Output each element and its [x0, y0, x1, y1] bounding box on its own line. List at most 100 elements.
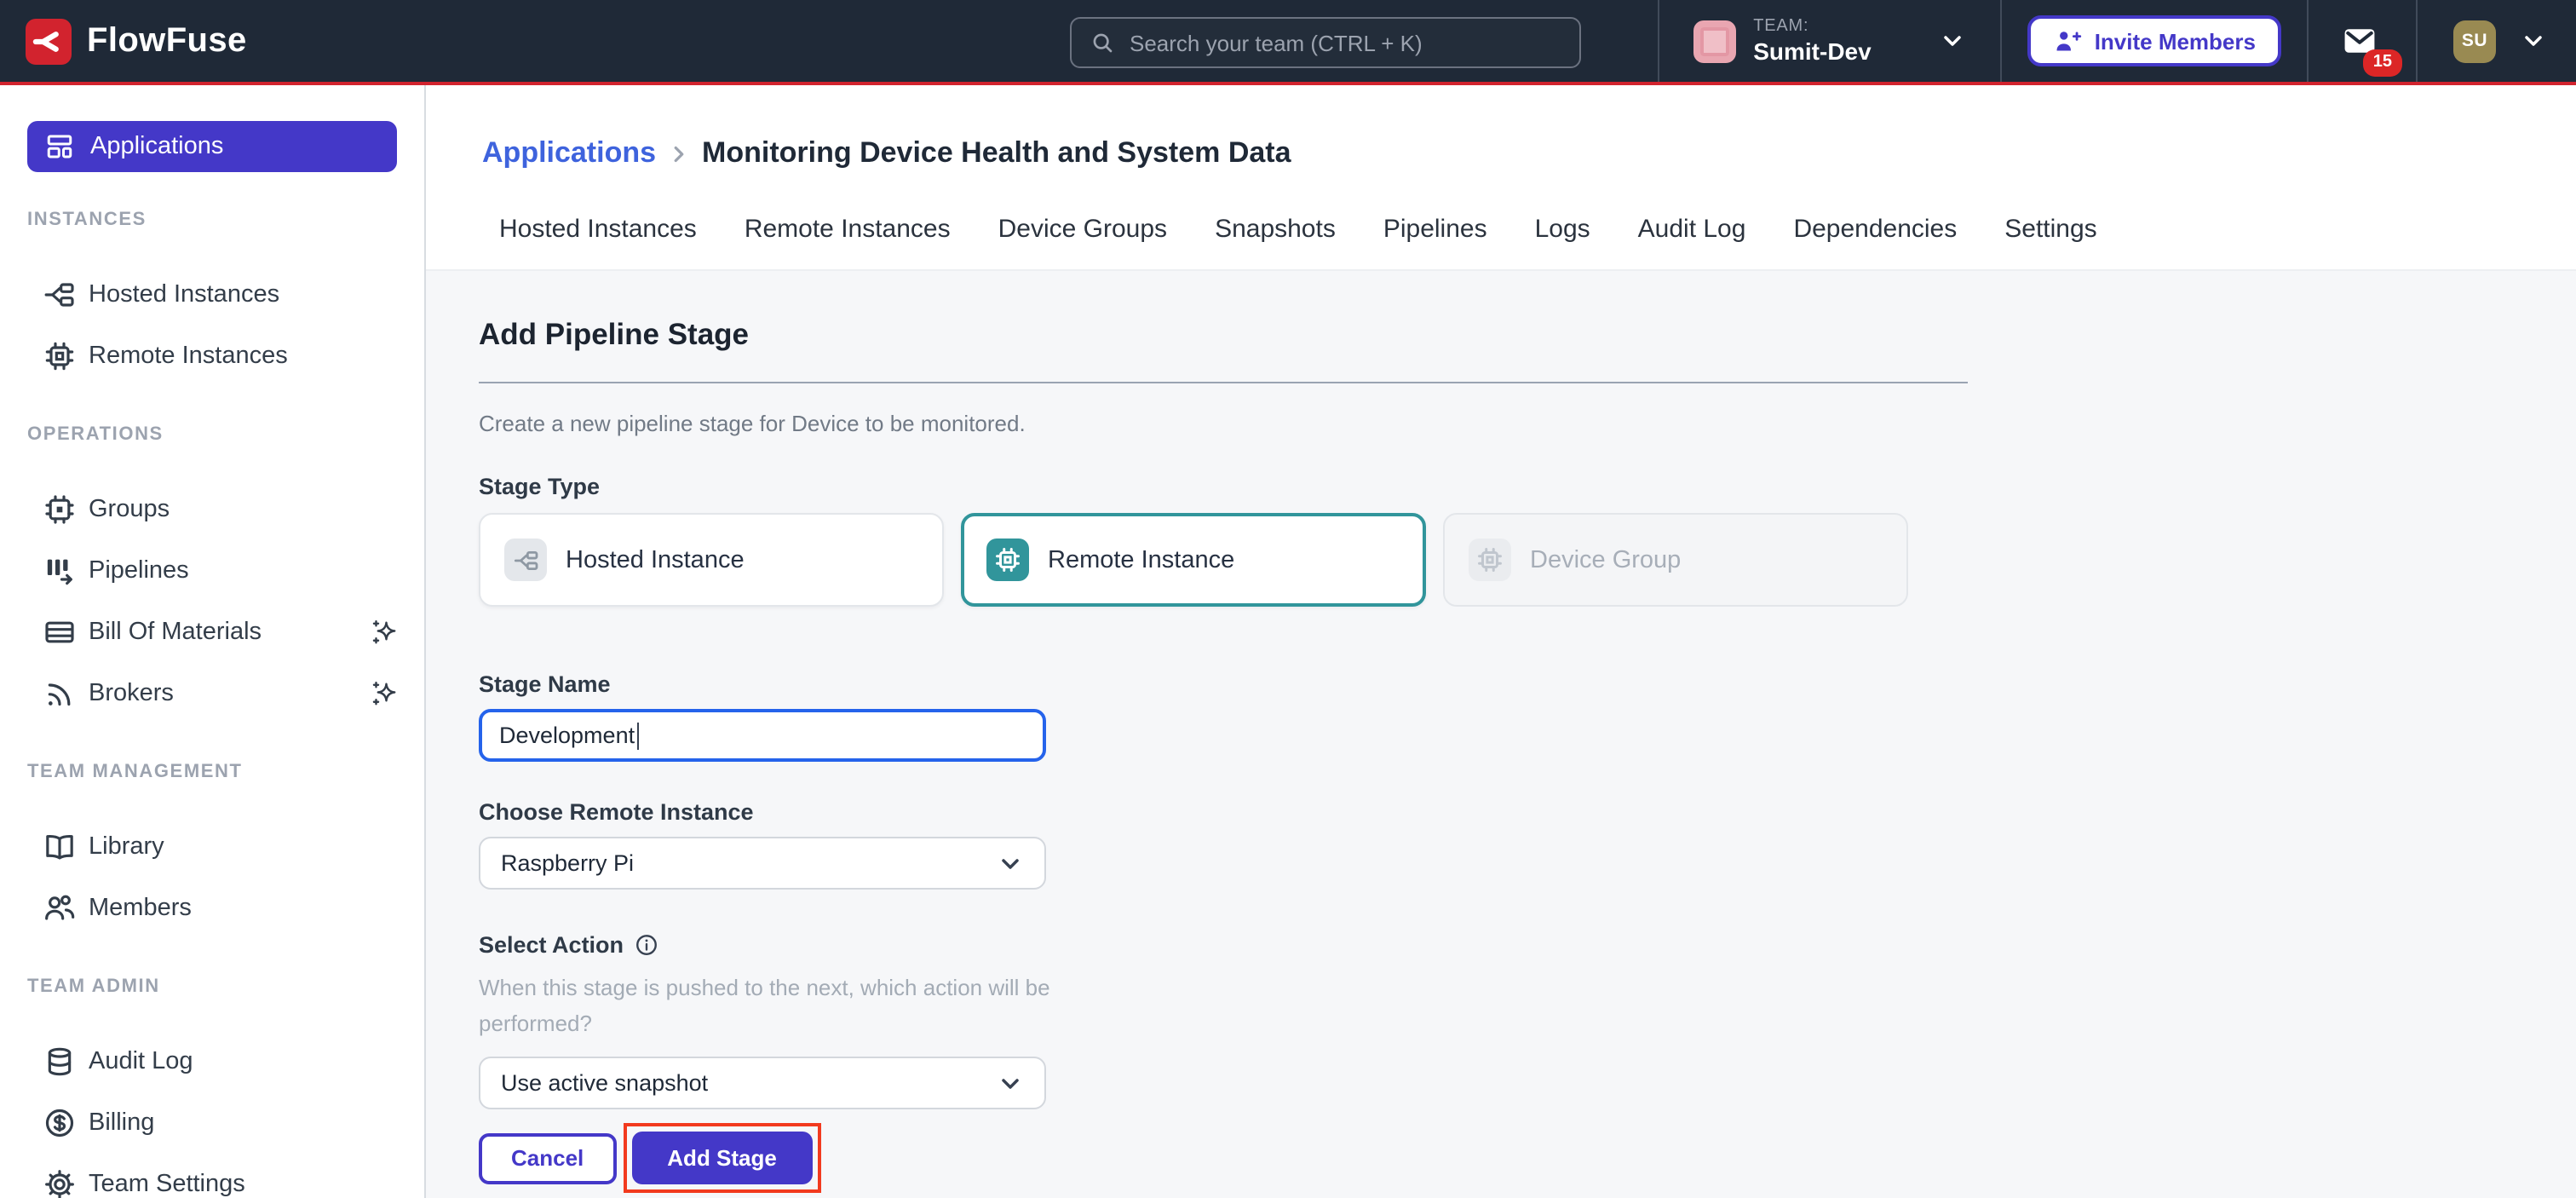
billing-icon: [43, 1106, 77, 1140]
sidebar-item-label: Audit Log: [89, 1048, 400, 1075]
invite-members-button[interactable]: Invite Members: [2028, 15, 2281, 66]
team-avatar: [1693, 20, 1736, 62]
cancel-button[interactable]: Cancel: [479, 1132, 616, 1184]
sidebar-item-billing[interactable]: Billing: [0, 1092, 424, 1154]
tab-dependencies[interactable]: Dependencies: [1793, 215, 1957, 244]
tab-audit-log[interactable]: Audit Log: [1638, 215, 1746, 244]
section-title: TEAM MANAGEMENT: [0, 762, 424, 782]
tab-pipelines[interactable]: Pipelines: [1383, 215, 1487, 244]
form-description: Create a new pipeline stage for Device t…: [479, 411, 2576, 436]
top-navbar: FlowFuse Search your team (CTRL + K) TEA…: [0, 0, 2576, 85]
search-input[interactable]: Search your team (CTRL + K): [1070, 17, 1581, 68]
sidebar-section-operations: OPERATIONS Groups: [0, 424, 424, 724]
sidebar-item-remote-instances[interactable]: Remote Instances: [0, 325, 424, 387]
search-icon: [1089, 29, 1116, 56]
stage-name-input[interactable]: Development: [479, 709, 1046, 762]
tab-settings[interactable]: Settings: [2004, 215, 2096, 244]
stage-type-remote-instance[interactable]: Remote Instance: [961, 513, 1426, 607]
sidebar-section-team-admin: TEAM ADMIN Audit Log: [0, 976, 424, 1198]
stage-type-option-label: Remote Instance: [1048, 546, 1234, 573]
remote-instance-select[interactable]: Raspberry Pi: [479, 837, 1046, 890]
form-actions: Cancel Add Stage: [479, 1132, 2576, 1184]
notification-count-badge: 15: [2363, 49, 2402, 77]
sidebar-item-label: Brokers: [89, 680, 358, 707]
pipelines-icon: [43, 554, 77, 588]
chevron-down-icon[interactable]: [2520, 27, 2547, 55]
choose-remote-instance-label: Choose Remote Instance: [479, 799, 2576, 825]
main-area: Applications Monitoring Device Health an…: [426, 85, 2576, 1198]
flowfuse-app: FlowFuse Search your team (CTRL + K) TEA…: [0, 0, 2576, 1198]
select-action-help: When this stage is pushed to the next, w…: [479, 970, 1095, 1041]
select-action-label-text: Select Action: [479, 932, 624, 958]
breadcrumb: Applications Monitoring Device Health an…: [482, 136, 2576, 170]
stage-name-value: Development: [499, 723, 635, 748]
sidebar-item-label: Library: [89, 833, 400, 861]
sidebar-item-hosted-instances[interactable]: Hosted Instances: [0, 264, 424, 325]
divider: [479, 382, 1968, 383]
section-title: TEAM ADMIN: [0, 976, 424, 997]
brand-name: FlowFuse: [87, 21, 247, 60]
groups-icon: [43, 492, 77, 527]
team-selector[interactable]: TEAM: Sumit-Dev: [1659, 17, 2000, 64]
bill-of-materials-icon: [43, 615, 77, 649]
text-cursor: [636, 722, 639, 749]
navbar-divider: [2001, 0, 2003, 82]
brokers-icon: [43, 677, 77, 711]
hosted-instances-icon: [43, 278, 77, 312]
sparkles-icon: [370, 678, 400, 709]
search-placeholder: Search your team (CTRL + K): [1130, 30, 1423, 55]
stage-type-option-label: Hosted Instance: [566, 546, 745, 573]
tab-remote-instances[interactable]: Remote Instances: [745, 215, 951, 244]
library-icon: [43, 830, 77, 864]
sidebar-item-audit-log[interactable]: Audit Log: [0, 1031, 424, 1092]
sidebar-section-team-management: TEAM MANAGEMENT Library: [0, 762, 424, 939]
stage-type-option-label: Device Group: [1530, 546, 1681, 573]
action-select[interactable]: Use active snapshot: [479, 1057, 1046, 1109]
tab-snapshots[interactable]: Snapshots: [1215, 215, 1336, 244]
chevron-down-icon: [997, 1069, 1024, 1097]
team-name: Sumit-Dev: [1753, 37, 1871, 64]
sidebar-item-members[interactable]: Members: [0, 878, 424, 939]
navbar-divider: [2307, 0, 2309, 82]
flowfuse-logo-icon: [26, 18, 72, 64]
chevron-down-icon: [997, 850, 1024, 877]
add-stage-button[interactable]: Add Stage: [631, 1132, 813, 1184]
invite-members-label: Invite Members: [2095, 28, 2256, 54]
tab-hosted-instances[interactable]: Hosted Instances: [499, 215, 697, 244]
tab-device-groups[interactable]: Device Groups: [998, 215, 1167, 244]
audit-log-icon: [43, 1045, 77, 1079]
flowfuse-brand[interactable]: FlowFuse: [0, 18, 247, 64]
sidebar-item-team-settings[interactable]: Team Settings: [0, 1154, 424, 1198]
hosted-instance-icon: [504, 539, 547, 581]
device-group-icon: [1469, 539, 1511, 581]
sidebar-item-pipelines[interactable]: Pipelines: [0, 540, 424, 602]
tab-bar: Hosted Instances Remote Instances Device…: [499, 215, 2576, 244]
sidebar-section-instances: INSTANCES Hosted Instances: [0, 210, 424, 387]
notifications-button[interactable]: 15: [2341, 22, 2378, 60]
sidebar-item-brokers[interactable]: Brokers: [0, 663, 424, 724]
sidebar-item-library[interactable]: Library: [0, 816, 424, 878]
stage-type-hosted-instance[interactable]: Hosted Instance: [479, 513, 944, 607]
sidebar-item-label: Remote Instances: [89, 343, 400, 370]
section-title: INSTANCES: [0, 210, 424, 230]
info-icon[interactable]: [634, 932, 659, 958]
add-pipeline-stage-panel: Add Pipeline Stage Create a new pipeline…: [426, 271, 2576, 1198]
stage-type-options: Hosted Instance Remote Instance: [479, 513, 2576, 607]
form-title: Add Pipeline Stage: [479, 317, 2576, 353]
breadcrumb-applications-link[interactable]: Applications: [482, 136, 656, 170]
sidebar-item-label: Members: [89, 895, 400, 922]
remote-instance-value: Raspberry Pi: [501, 850, 634, 876]
stage-type-device-group: Device Group: [1443, 513, 1908, 607]
sidebar-item-groups[interactable]: Groups: [0, 479, 424, 540]
gear-icon: [43, 1167, 77, 1198]
tab-logs[interactable]: Logs: [1535, 215, 1590, 244]
select-action-label: Select Action: [479, 932, 2576, 958]
chevron-right-icon: [666, 141, 692, 166]
sidebar-item-label: Billing: [89, 1109, 400, 1137]
sidebar-item-label: Bill Of Materials: [89, 619, 358, 646]
sidebar-item-bill-of-materials[interactable]: Bill Of Materials: [0, 602, 424, 663]
sidebar-item-applications[interactable]: Applications: [27, 121, 397, 172]
sidebar: Applications INSTANCES Hosted Instances: [0, 85, 426, 1198]
user-avatar[interactable]: SU: [2453, 20, 2496, 62]
navbar-right-cluster: TEAM: Sumit-Dev Invite Members: [1658, 0, 2576, 82]
